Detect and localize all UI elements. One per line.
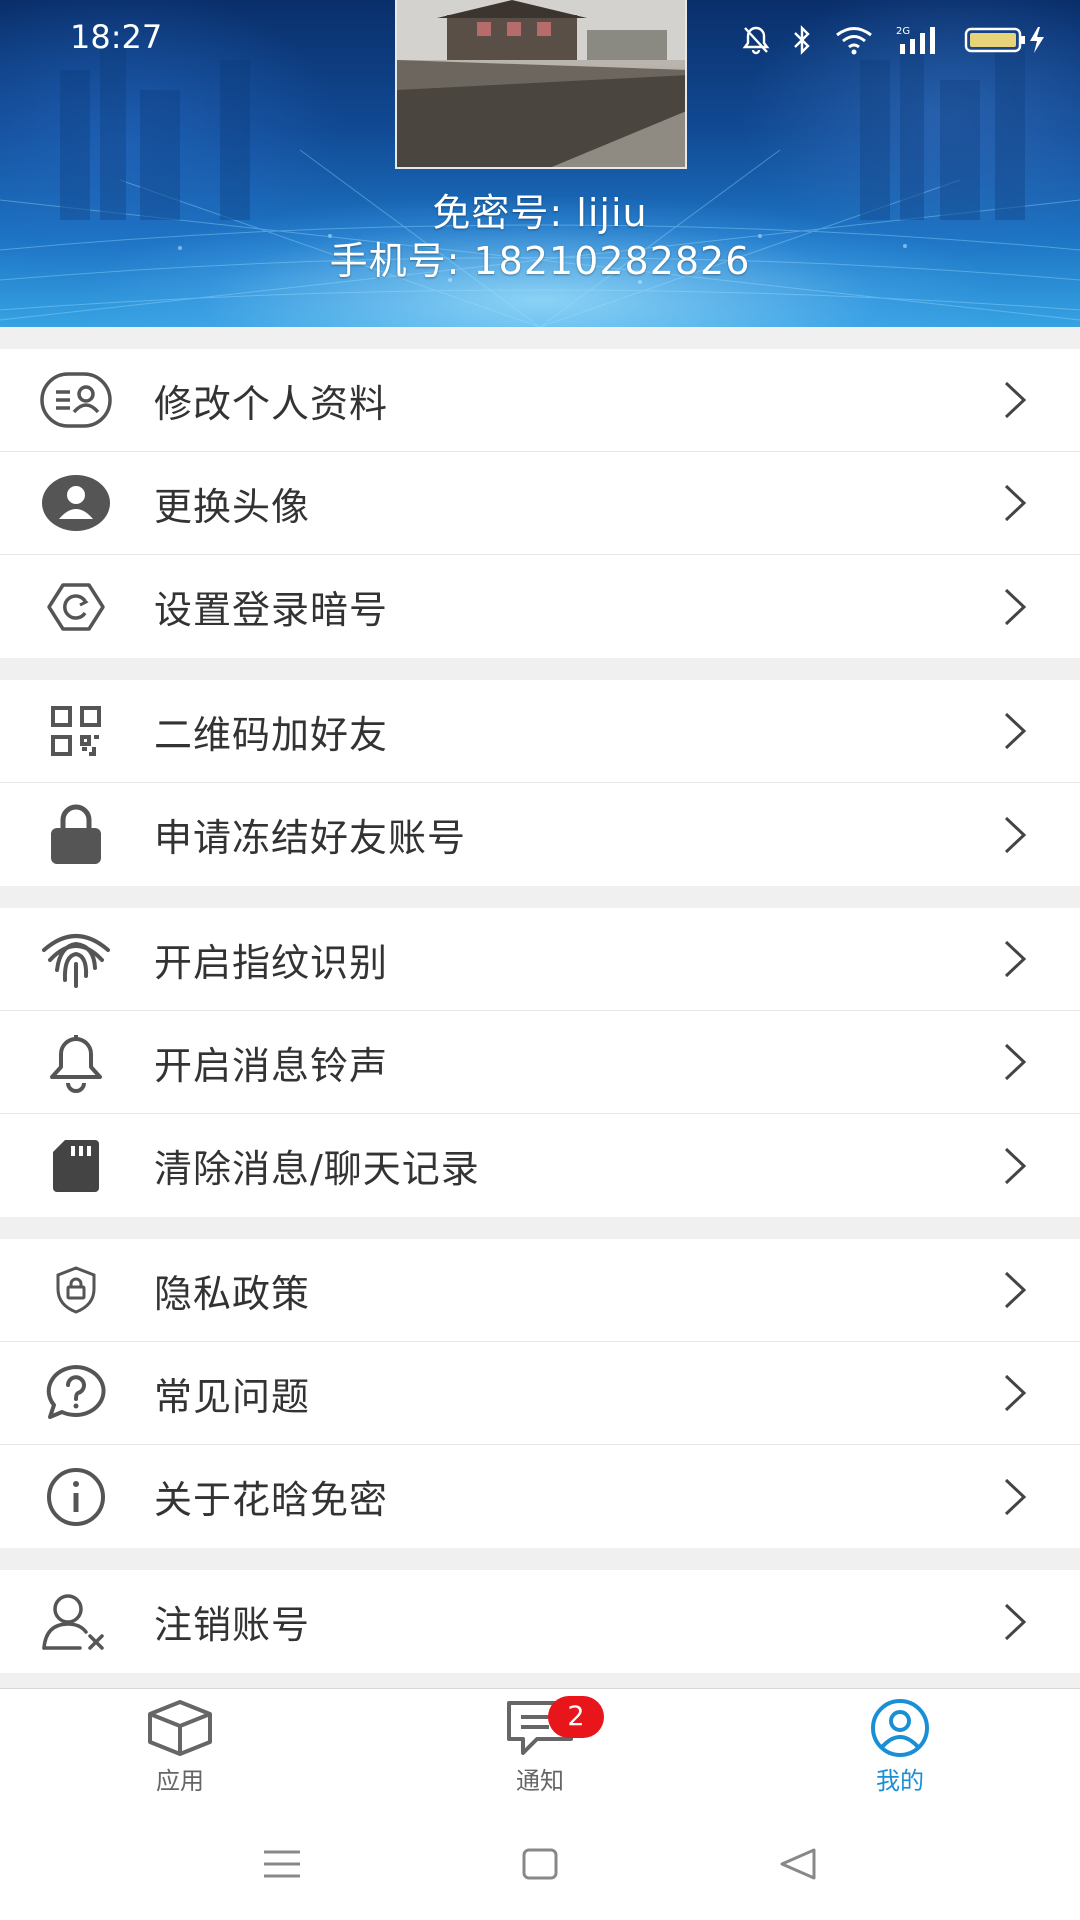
tab-me[interactable]: 我的: [800, 1699, 1000, 1809]
chevron-right-icon: [1004, 816, 1027, 853]
signal-2g-icon: 2G: [896, 24, 942, 56]
menu-item-login-code[interactable]: 设置登录暗号: [0, 555, 1080, 658]
status-icons: 2G: [742, 18, 1050, 62]
chevron-right-icon: [1004, 1478, 1027, 1515]
tab-label: 应用: [156, 1767, 204, 1795]
tab-label: 我的: [876, 1767, 924, 1795]
tab-notifications[interactable]: 通知: [440, 1699, 640, 1809]
notification-badge: 2: [548, 1696, 604, 1738]
user-remove-icon: [38, 1584, 114, 1660]
menu-item-about[interactable]: 关于花晗免密: [0, 1445, 1080, 1548]
menu-item-clear-history[interactable]: 清除消息/聊天记录: [0, 1114, 1080, 1217]
bluetooth-icon: [792, 25, 812, 55]
profile-card-icon: [38, 362, 114, 438]
chevron-right-icon: [1004, 1147, 1027, 1184]
menu-group-spacer: [0, 1217, 1080, 1239]
menu-item-privacy-policy[interactable]: 隐私政策: [0, 1239, 1080, 1342]
settings-menu: 修改个人资料 更换头像 设置登录暗号 二维码加好友 申请冻结好友账号 开启指纹识…: [0, 327, 1080, 1673]
menu-item-label: 隐私政策: [154, 1271, 311, 1316]
avatar-icon: [38, 465, 114, 541]
back-icon[interactable]: [778, 1846, 818, 1882]
menu-item-freeze-friend-account[interactable]: 申请冻结好友账号: [0, 783, 1080, 886]
battery-charging-icon: [964, 25, 1050, 55]
system-navigation-bar: [0, 1816, 1080, 1920]
menu-item-fingerprint[interactable]: 开启指纹识别: [0, 908, 1080, 1011]
status-time: 18:27: [70, 18, 163, 56]
menu-item-label: 更换头像: [154, 484, 311, 529]
chevron-right-icon: [1004, 484, 1027, 522]
fingerprint-icon: [38, 921, 114, 997]
menu-item-label: 开启消息铃声: [154, 1043, 389, 1088]
user-circle-icon: [871, 1699, 929, 1757]
menu-item-faq[interactable]: 常见问题: [0, 1342, 1080, 1445]
svg-text:2G: 2G: [896, 26, 910, 37]
qr-code-icon: [38, 693, 114, 769]
chevron-right-icon: [1004, 381, 1027, 419]
menu-item-label: 修改个人资料: [154, 381, 389, 426]
chevron-right-icon: [1004, 940, 1027, 978]
menu-item-label: 申请冻结好友账号: [154, 816, 467, 860]
profile-avatar-image[interactable]: [395, 0, 687, 169]
bell-icon: [38, 1024, 114, 1100]
menu-group-spacer: [0, 886, 1080, 908]
menu-item-label: 二维码加好友: [154, 712, 389, 757]
bottom-tab-bar: 应用 通知 我的: [0, 1688, 1080, 1817]
user-id-text: 免密号: lijiu: [432, 191, 648, 235]
mute-bell-icon: [742, 25, 770, 55]
chevron-right-icon: [1004, 588, 1027, 625]
chevron-right-icon: [1004, 712, 1027, 750]
menu-item-qr-add-friend[interactable]: 二维码加好友: [0, 680, 1080, 783]
menu-item-label: 关于花晗免密: [154, 1478, 389, 1522]
menu-item-label: 注销账号: [154, 1603, 311, 1647]
help-bubble-icon: [38, 1355, 114, 1431]
gear-icon: [38, 569, 114, 645]
menu-item-label: 常见问题: [154, 1374, 311, 1419]
menu-item-label: 清除消息/聊天记录: [154, 1147, 480, 1191]
cube-icon: [148, 1700, 212, 1756]
chevron-right-icon: [1004, 1374, 1027, 1412]
menu-group-spacer: [0, 1548, 1080, 1570]
shield-icon: [38, 1252, 114, 1328]
tab-apps[interactable]: 应用: [80, 1699, 280, 1809]
chevron-right-icon: [1004, 1603, 1027, 1640]
menu-item-edit-profile[interactable]: 修改个人资料: [0, 349, 1080, 452]
menu-icon[interactable]: [262, 1846, 302, 1882]
info-icon: [38, 1459, 114, 1535]
chevron-right-icon: [1004, 1043, 1027, 1081]
home-icon[interactable]: [520, 1846, 560, 1882]
menu-item-message-ringtone[interactable]: 开启消息铃声: [0, 1011, 1080, 1114]
menu-item-change-avatar[interactable]: 更换头像: [0, 452, 1080, 555]
menu-group-spacer: [0, 327, 1080, 349]
menu-item-delete-account[interactable]: 注销账号: [0, 1570, 1080, 1673]
sd-card-icon: [38, 1128, 114, 1204]
lock-icon: [38, 797, 114, 873]
user-phone-text: 手机号: 18210282826: [329, 239, 751, 283]
profile-header: 18:27 2G 免密号: lijiu 手机号: 18210282826: [0, 0, 1080, 327]
wifi-icon: [834, 25, 874, 55]
tab-label: 通知: [516, 1767, 564, 1795]
menu-group-spacer: [0, 658, 1080, 680]
chevron-right-icon: [1004, 1271, 1027, 1309]
menu-item-label: 开启指纹识别: [154, 940, 389, 985]
menu-item-label: 设置登录暗号: [154, 588, 389, 632]
